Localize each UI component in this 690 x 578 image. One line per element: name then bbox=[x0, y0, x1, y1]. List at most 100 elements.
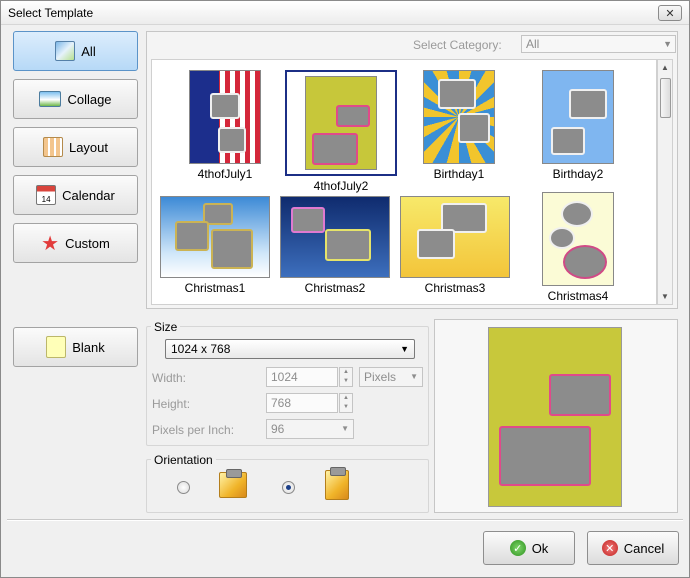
photo-placeholder bbox=[551, 127, 585, 155]
star-icon: ★ bbox=[41, 232, 60, 255]
ppi-select[interactable]: 96 ▼ bbox=[266, 419, 354, 439]
template-thumbnail bbox=[305, 76, 377, 170]
photo-placeholder bbox=[210, 93, 240, 119]
category-select[interactable]: All ▼ bbox=[521, 35, 676, 53]
cancel-button[interactable]: ✕ Cancel bbox=[587, 531, 679, 565]
cancel-button-label: Cancel bbox=[623, 540, 665, 556]
width-stepper[interactable]: ▲ ▼ bbox=[339, 367, 353, 387]
template-item[interactable]: 4thofJuly1 bbox=[167, 70, 283, 181]
template-thumbnail bbox=[400, 196, 510, 278]
width-value: 1024 bbox=[271, 370, 298, 384]
template-thumbnail bbox=[160, 196, 270, 278]
photo-placeholder bbox=[211, 229, 253, 269]
photo-placeholder bbox=[218, 127, 246, 153]
template-name: Christmas3 bbox=[424, 281, 486, 295]
width-label: Width: bbox=[152, 371, 187, 385]
template-item[interactable]: 4thofJuly2 bbox=[283, 70, 399, 193]
all-button-label: All bbox=[81, 43, 96, 59]
template-item[interactable]: Christmas4 bbox=[520, 192, 636, 303]
checkmark-icon: ✓ bbox=[509, 540, 526, 556]
template-name: Christmas4 bbox=[547, 289, 609, 303]
custom-button[interactable]: ★ Custom bbox=[13, 223, 138, 263]
layout-button-label: Layout bbox=[68, 139, 109, 155]
chevron-down-icon: ▼ bbox=[400, 344, 409, 354]
photo-placeholder bbox=[312, 133, 358, 165]
photo-placeholder bbox=[499, 426, 591, 486]
landscape-radio[interactable] bbox=[177, 481, 190, 494]
scroll-down-icon[interactable]: ▼ bbox=[661, 292, 669, 301]
size-preset-value: 1024 x 768 bbox=[171, 342, 231, 356]
collage-button-label: Collage bbox=[67, 91, 112, 107]
chevron-down-icon: ▼ bbox=[663, 39, 672, 49]
chevron-down-icon: ▼ bbox=[410, 372, 418, 381]
ppi-label: Pixels per Inch: bbox=[152, 423, 235, 437]
template-preview bbox=[488, 327, 622, 507]
template-list-scrollbar[interactable]: ▲ ▼ bbox=[657, 59, 673, 305]
photo-placeholder bbox=[325, 229, 371, 261]
custom-button-label: Custom bbox=[65, 235, 110, 251]
template-item[interactable]: Birthday1 bbox=[401, 70, 517, 181]
photo-placeholder bbox=[549, 227, 575, 249]
template-thumbnail bbox=[542, 192, 614, 286]
photo-placeholder bbox=[563, 245, 607, 279]
template-name: Birthday2 bbox=[552, 167, 604, 181]
height-stepper[interactable]: ▲ ▼ bbox=[339, 393, 353, 413]
layout-button[interactable]: Layout bbox=[13, 127, 138, 167]
calendar-button[interactable]: 14 Calendar bbox=[13, 175, 138, 215]
collage-button[interactable]: Collage bbox=[13, 79, 138, 119]
calendar-icon: 14 bbox=[36, 185, 57, 205]
portrait-orientation-icon[interactable] bbox=[325, 467, 349, 500]
photo-placeholder bbox=[417, 229, 455, 259]
blank-page-icon bbox=[46, 336, 67, 358]
template-thumbnail bbox=[280, 196, 390, 278]
category-label: Select Category: bbox=[413, 38, 502, 52]
photo-placeholder bbox=[336, 105, 370, 127]
cancel-icon: ✕ bbox=[601, 540, 618, 556]
photo-placeholder bbox=[561, 201, 593, 227]
window-title: Select Template bbox=[8, 6, 94, 20]
template-item[interactable]: Christmas2 bbox=[277, 196, 393, 295]
size-preset-select[interactable]: 1024 x 768 ▼ bbox=[165, 339, 415, 359]
height-value: 768 bbox=[271, 396, 292, 410]
select-template-dialog: Select Template ✕ All Collage Layout 14 … bbox=[0, 0, 690, 578]
height-field[interactable]: 768 bbox=[266, 393, 338, 413]
photo-placeholder bbox=[175, 221, 209, 251]
chevron-down-icon: ▼ bbox=[341, 424, 349, 433]
close-icon: ✕ bbox=[665, 7, 675, 20]
ok-button[interactable]: ✓ Ok bbox=[483, 531, 575, 565]
title-bar: Select Template ✕ bbox=[1, 1, 689, 25]
footer-divider bbox=[7, 519, 683, 521]
template-thumbnail bbox=[423, 70, 495, 164]
template-thumbnail bbox=[542, 70, 614, 164]
photo-placeholder bbox=[291, 207, 325, 233]
all-button[interactable]: All bbox=[13, 31, 138, 71]
landscape-orientation-icon[interactable] bbox=[219, 469, 247, 498]
selection-frame bbox=[285, 70, 397, 176]
template-item[interactable]: Christmas3 bbox=[397, 196, 513, 295]
template-item[interactable]: Christmas1 bbox=[157, 196, 273, 295]
photo-placeholder bbox=[458, 113, 490, 143]
orientation-group-title: Orientation bbox=[151, 453, 216, 467]
photo-placeholder bbox=[569, 89, 607, 119]
portrait-radio[interactable] bbox=[282, 481, 295, 494]
layout-grid-icon bbox=[42, 137, 63, 157]
blank-button-label: Blank bbox=[72, 339, 105, 355]
blank-button[interactable]: Blank bbox=[13, 327, 138, 367]
template-name: 4thofJuly1 bbox=[197, 167, 253, 181]
scroll-thumb[interactable] bbox=[660, 78, 671, 118]
width-field[interactable]: 1024 bbox=[266, 367, 338, 387]
template-grid: 4thofJuly1 4thofJuly2 Birthday1 Birthday… bbox=[151, 59, 657, 305]
landscape-icon bbox=[39, 91, 62, 107]
height-label: Height: bbox=[152, 397, 191, 411]
template-name: Christmas2 bbox=[304, 281, 366, 295]
close-button[interactable]: ✕ bbox=[658, 5, 682, 21]
ok-button-label: Ok bbox=[531, 540, 549, 556]
calendar-button-label: Calendar bbox=[62, 187, 115, 203]
size-group-title: Size bbox=[151, 320, 181, 334]
template-item[interactable]: Birthday2 bbox=[520, 70, 636, 181]
unit-value: Pixels bbox=[364, 370, 397, 384]
scroll-up-icon[interactable]: ▲ bbox=[661, 63, 669, 72]
template-name: Christmas1 bbox=[184, 281, 246, 295]
picture-icon bbox=[55, 41, 76, 61]
unit-select[interactable]: Pixels ▼ bbox=[359, 367, 423, 387]
